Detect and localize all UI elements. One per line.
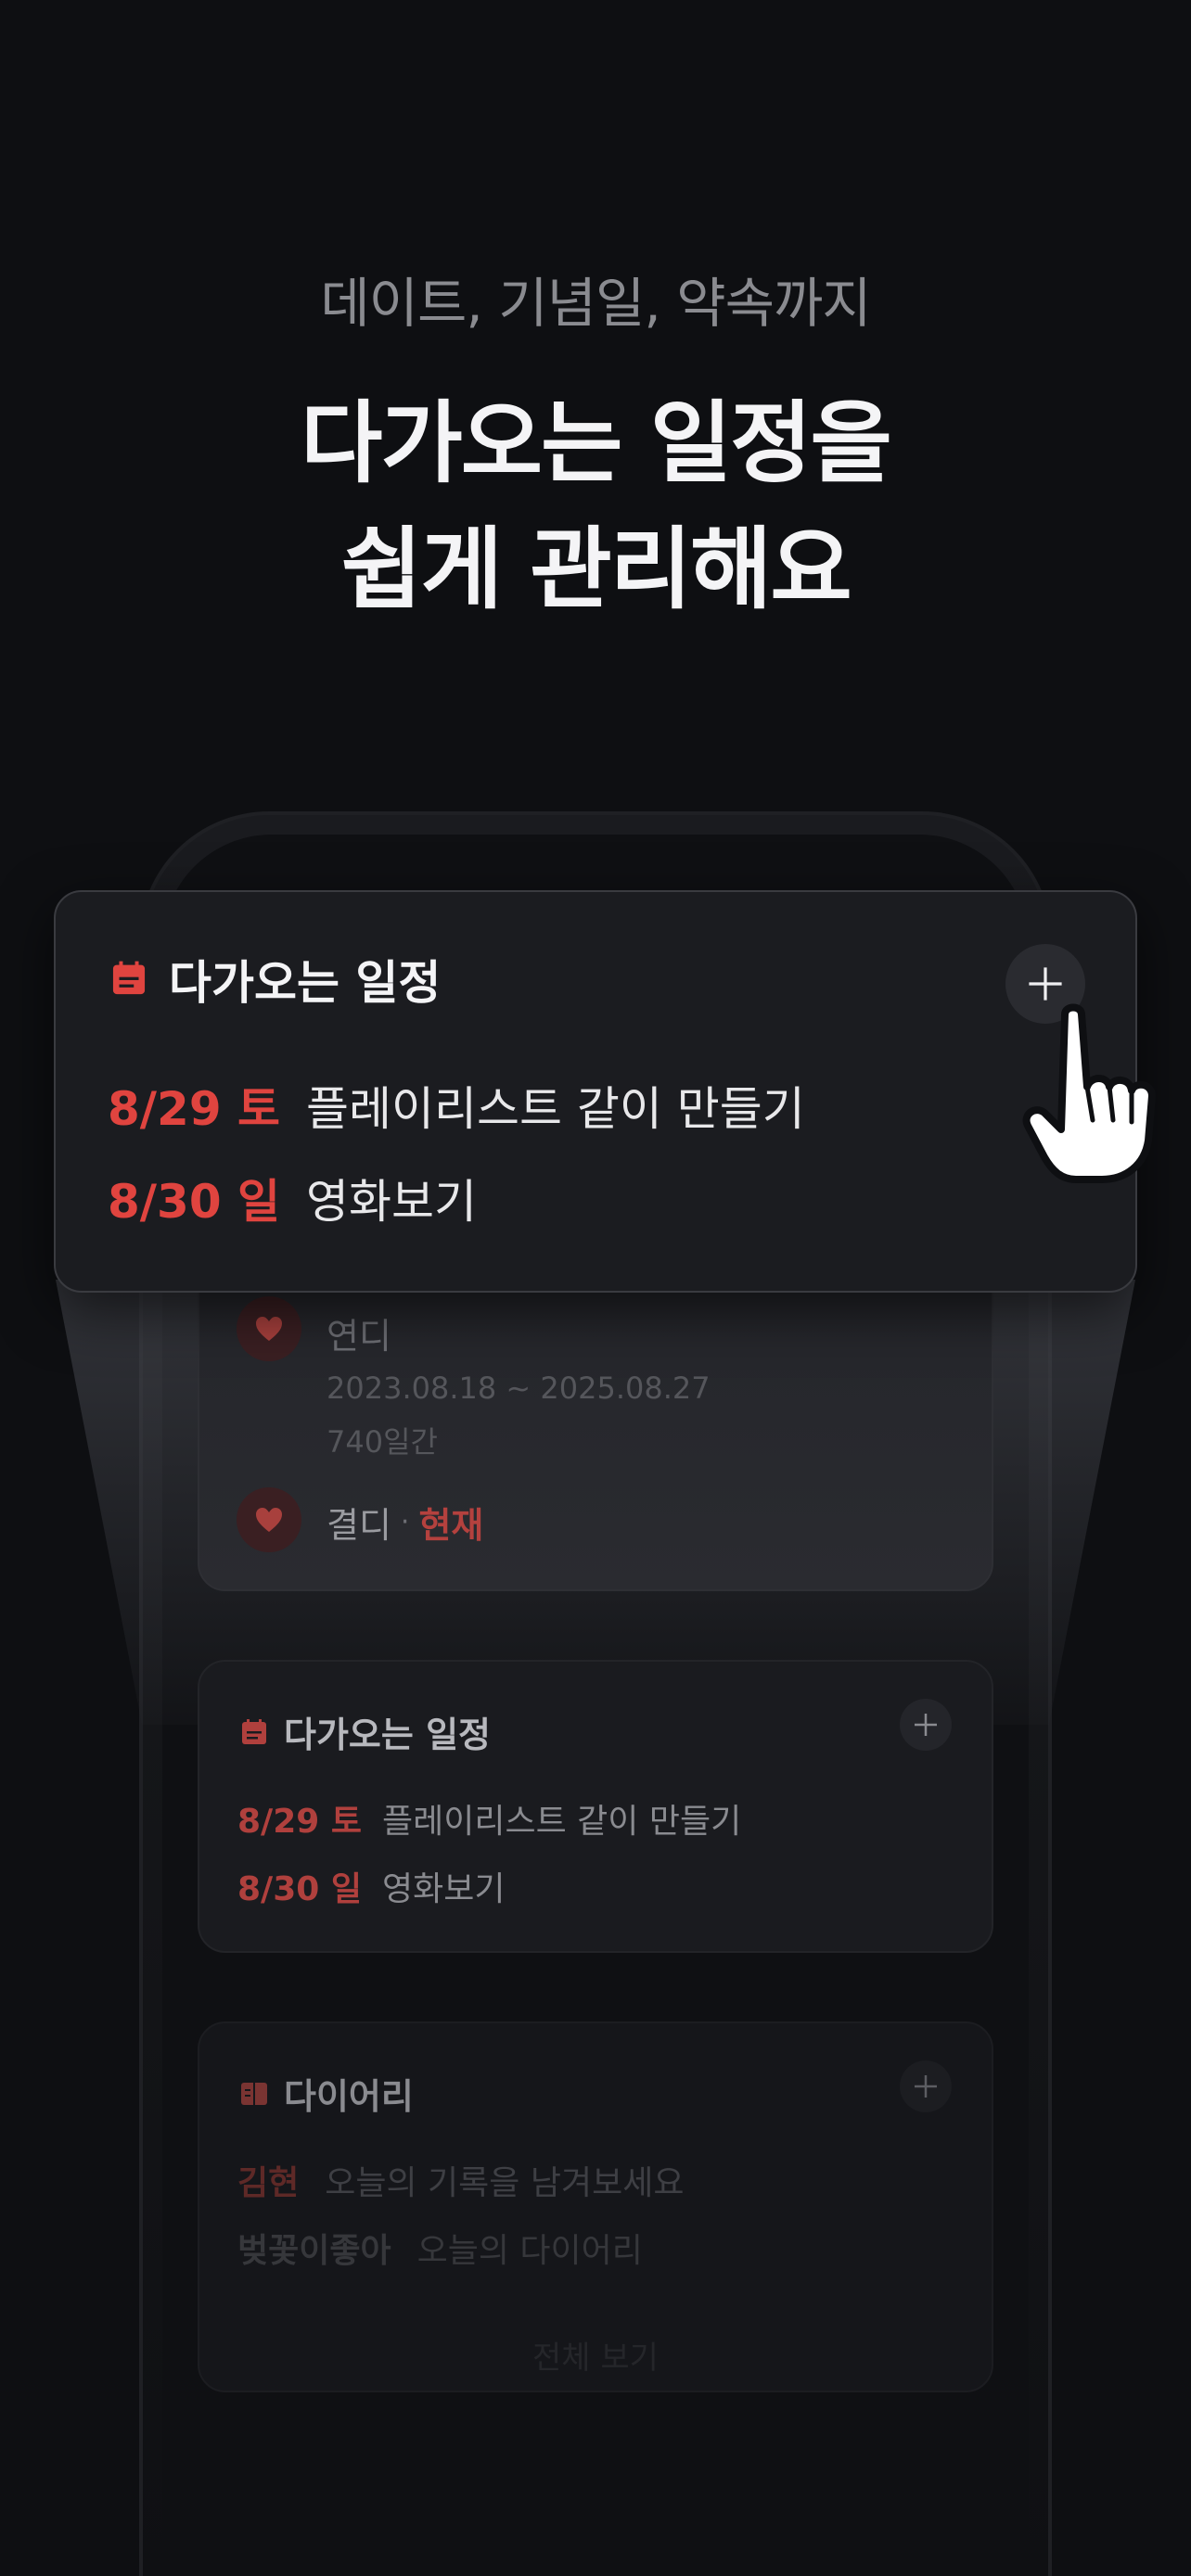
calendar-icon: [242, 1718, 266, 1744]
popup-item-date: 8/29 토: [108, 1082, 281, 1136]
schedule-item[interactable]: 8/29 토 플레이리스트 같이 만들기: [237, 1794, 741, 1843]
diary-item-author: 김현: [237, 2164, 300, 2202]
popup-item-title: 영화보기: [306, 1175, 477, 1229]
calendar-icon: [109, 959, 148, 1001]
diary-card-title: 다이어리: [284, 2076, 414, 2117]
plus-icon: [915, 1714, 937, 1736]
diary-item-text: 오늘의 기록을 남겨보세요: [325, 2164, 685, 2202]
schedule-add-button[interactable]: [900, 1699, 952, 1751]
diary-card-header: 다이어리: [239, 2068, 414, 2119]
see-all-link[interactable]: 전체 보기: [0, 2332, 1191, 2378]
popup-item-date: 8/30 일: [108, 1175, 281, 1229]
hero-eyebrow: 데이트, 기념일, 약속까지: [320, 272, 871, 335]
pointing-hand-icon: [1022, 1003, 1156, 1183]
schedule-item-title: 영화보기: [382, 1870, 506, 1908]
status-separator: ·: [400, 1506, 410, 1538]
anniversary-row-2: 결디 · 현재: [327, 1497, 483, 1548]
plus-icon: [1029, 967, 1062, 1001]
heart-icon: [237, 1487, 301, 1552]
anniversary-name-1: 연디: [327, 1316, 391, 1357]
diary-item-author: 벚꽃이좋아: [237, 2232, 391, 2270]
diary-add-button[interactable]: [900, 2060, 952, 2112]
anniversary-name-2: 결디: [327, 1505, 391, 1546]
diary-item-text: 오늘의 다이어리: [416, 2232, 643, 2270]
schedule-card-title: 다가오는 일정: [284, 1715, 491, 1755]
heart-icon: [237, 1296, 301, 1361]
diary-item[interactable]: 벚꽃이좋아 오늘의 다이어리: [237, 2224, 643, 2272]
schedule-item-title: 플레이리스트 같이 만들기: [382, 1803, 742, 1841]
schedule-item-date: 8/29 토: [237, 1803, 362, 1841]
anniversary-days: 740일간: [327, 1424, 438, 1460]
hero-headline: 다가오는 일정을 쉽게 관리해요: [0, 380, 1191, 632]
book-icon: [241, 2082, 267, 2105]
popup-schedule-item[interactable]: 8/29 토 플레이리스트 같이 만들기: [108, 1072, 805, 1139]
schedule-item-date: 8/30 일: [237, 1870, 362, 1908]
popup-item-title: 플레이리스트 같이 만들기: [306, 1082, 805, 1136]
headline-line-2: 쉽게 관리해요: [340, 517, 852, 621]
popup-schedule-item[interactable]: 8/30 일 영화보기: [108, 1165, 477, 1231]
anniversary-status: 현재: [418, 1505, 484, 1546]
anniversary-range: 2023.08.18 ~ 2025.08.27: [327, 1371, 711, 1406]
diary-item[interactable]: 김현 오늘의 기록을 남겨보세요: [237, 2156, 684, 2204]
schedule-item[interactable]: 8/30 일 영화보기: [237, 1862, 505, 1910]
headline-line-1: 다가오는 일정을: [301, 391, 892, 495]
schedule-card-header: 다가오는 일정: [239, 1706, 491, 1757]
popup-title: 다가오는 일정: [169, 956, 442, 1010]
plus-icon: [915, 2075, 937, 2098]
